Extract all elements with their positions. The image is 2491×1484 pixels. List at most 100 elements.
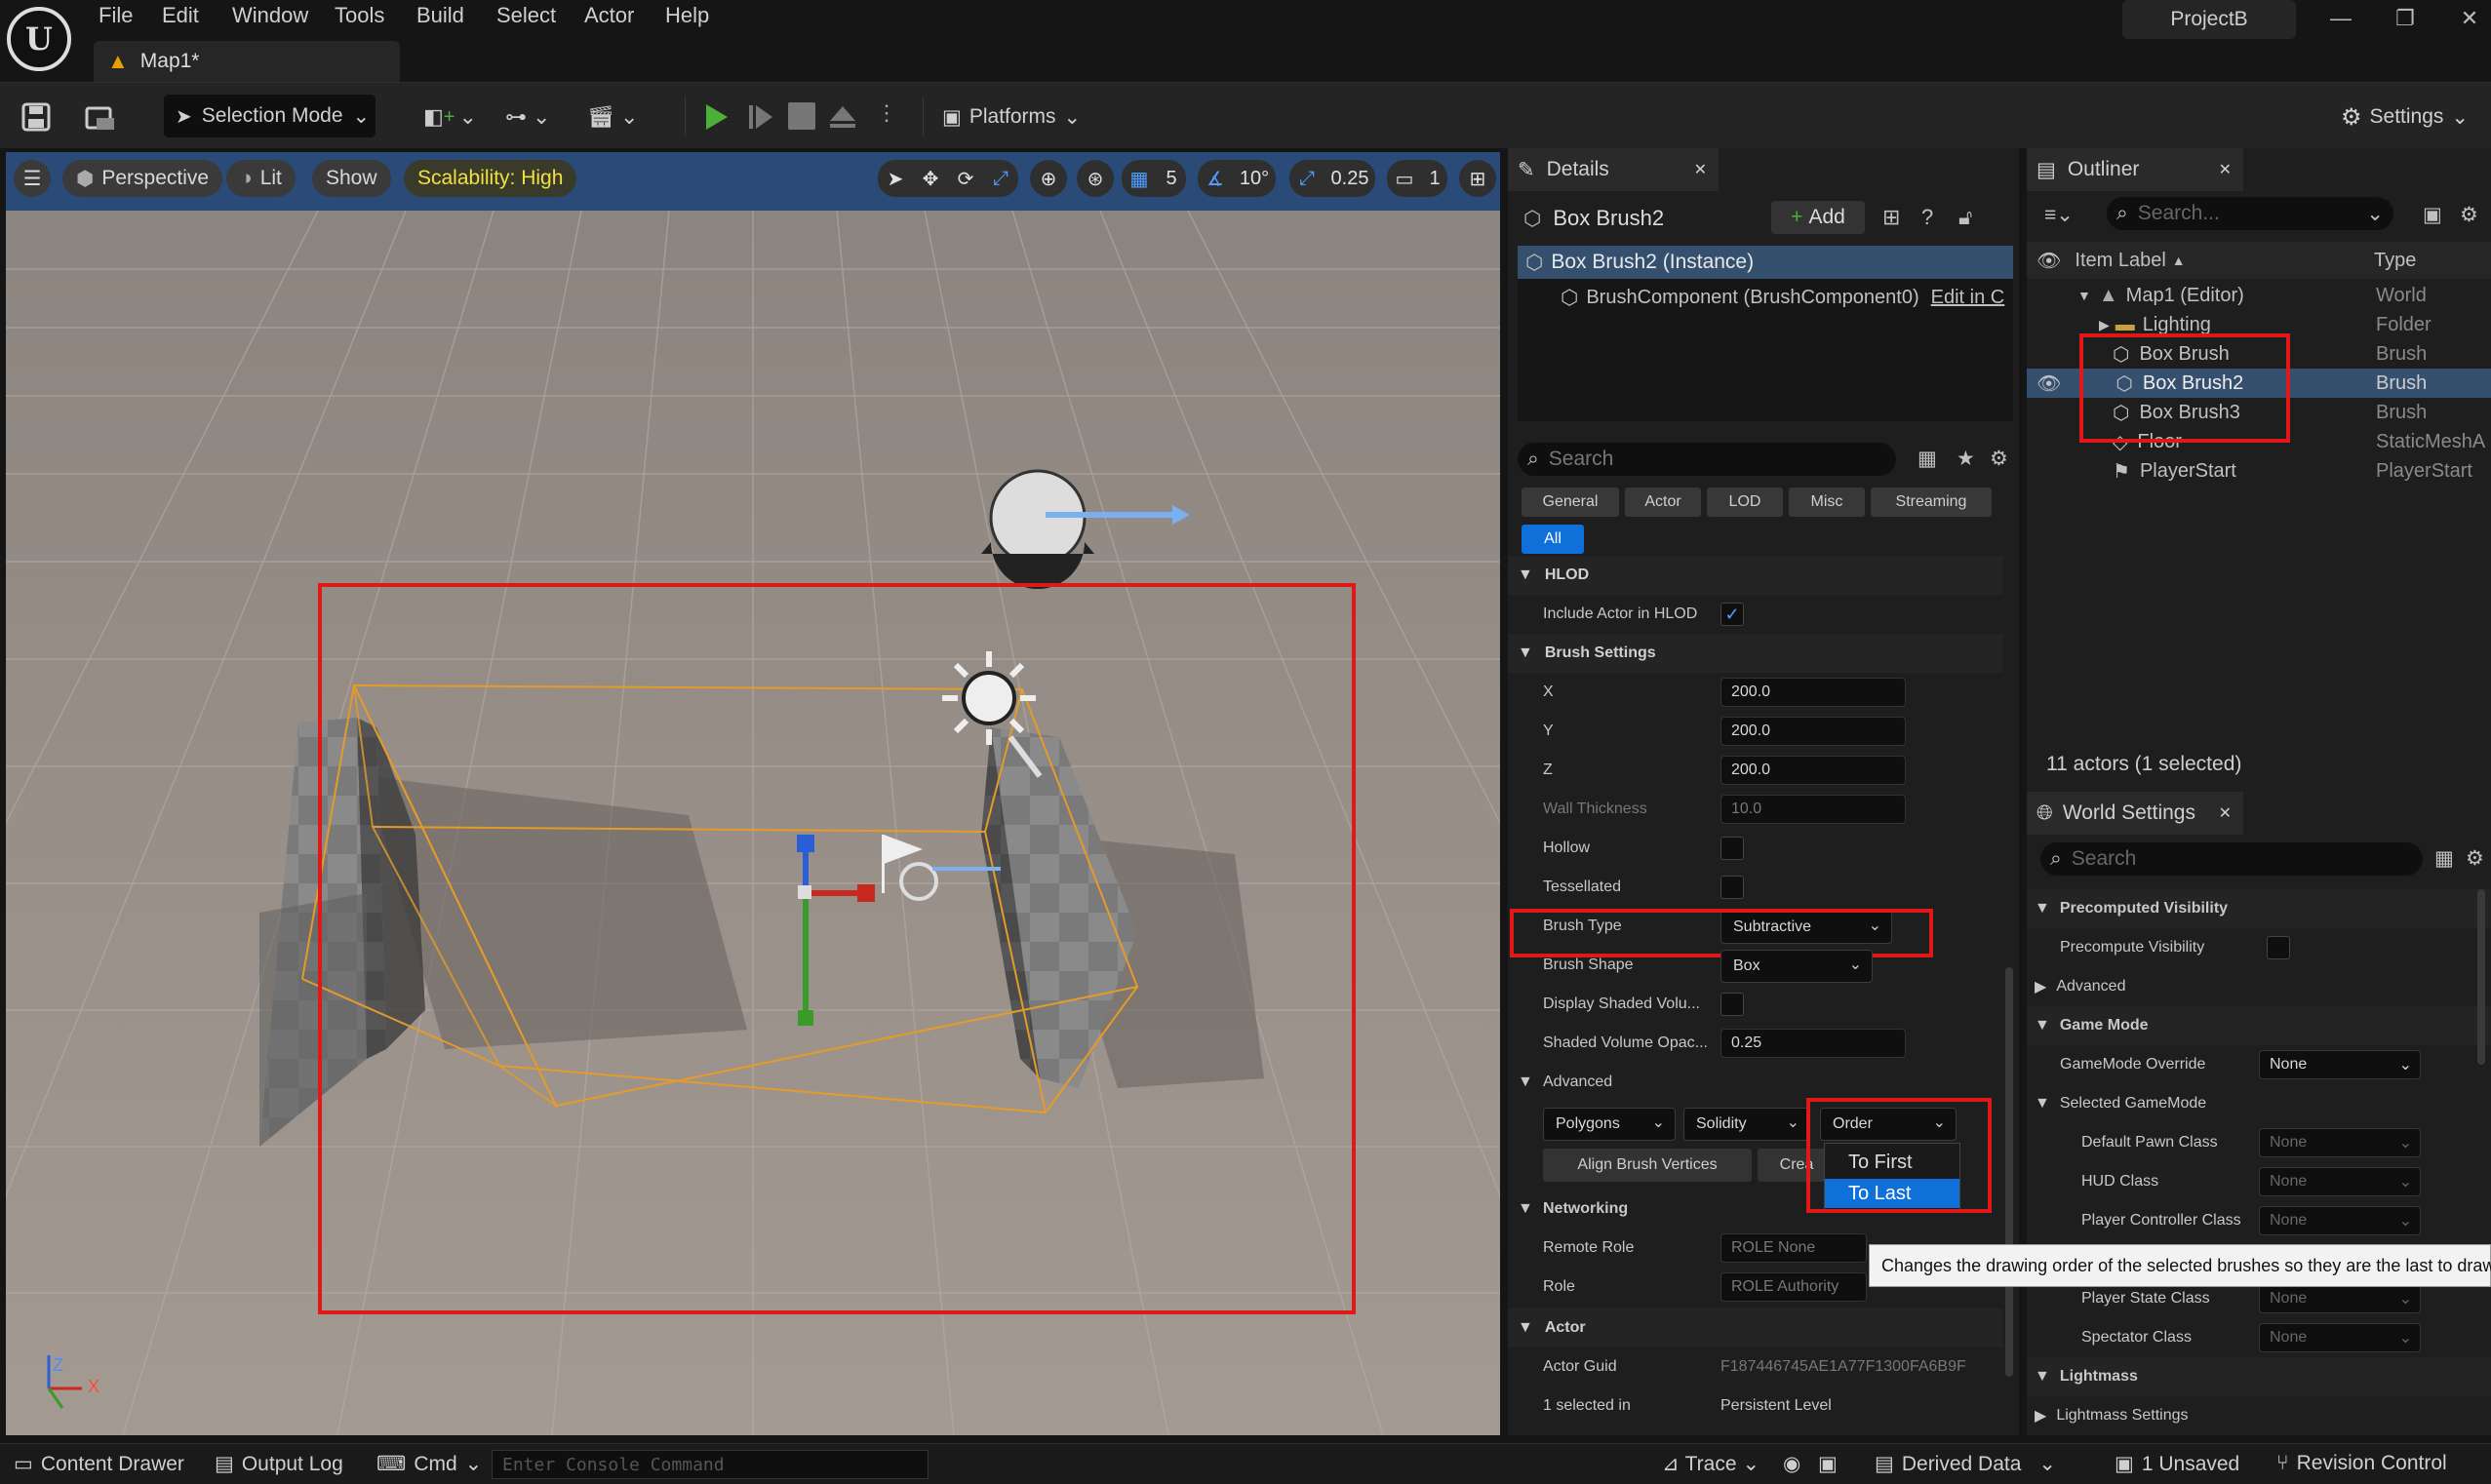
scale-snap-value[interactable]: 0.25 — [1325, 160, 1375, 197]
section-actor[interactable]: ▼ Actor — [1508, 1308, 2003, 1347]
instance-row[interactable]: ⬡ Box Brush2 (Instance) — [1518, 246, 2013, 279]
eject-icon[interactable] — [827, 100, 858, 134]
menu-edit[interactable]: Edit — [162, 3, 199, 28]
level-viewport[interactable]: Z X ☰ ⬢ Perspective ◑ Lit Show Scalability… — [6, 152, 1500, 1435]
table-view-icon[interactable]: ▦ — [1918, 447, 1937, 471]
gear-icon[interactable]: ⚙ — [2466, 846, 2484, 871]
col-type[interactable]: Type — [2374, 250, 2416, 272]
add-actor-button[interactable]: ◧ + ⌄ — [423, 100, 477, 134]
close-tab-icon[interactable]: ✕ — [2219, 803, 2232, 823]
rotate-icon[interactable]: ⟳ — [948, 160, 983, 197]
outliner-tab[interactable]: ▤ Outliner ✕ — [2027, 148, 2243, 191]
scale-icon[interactable]: ⤢ — [983, 160, 1018, 197]
lightmass-settings-row[interactable]: ▶ Lightmass Settings — [2027, 1396, 2491, 1435]
edit-in-link[interactable]: Edit in C — [1931, 287, 2005, 309]
include-hlod-checkbox[interactable]: ✓ — [1720, 603, 1744, 626]
more-options-icon[interactable]: ⋮ — [876, 100, 897, 126]
menu-actor[interactable]: Actor — [584, 3, 634, 28]
filter-actor[interactable]: Actor — [1625, 488, 1701, 517]
gamemode-override-dropdown[interactable]: None ⌄ — [2259, 1050, 2421, 1079]
role-field[interactable]: ROLE Authority — [1720, 1272, 1867, 1302]
viewport-menu-button[interactable]: ☰ — [14, 160, 51, 197]
table-view-icon[interactable]: ▦ — [2434, 846, 2454, 871]
tessellated-checkbox[interactable] — [1720, 876, 1744, 899]
close-window-button[interactable]: ✕ — [2450, 6, 2489, 45]
play-icon[interactable] — [700, 100, 731, 134]
blueprint-button[interactable]: ⊶ ⌄ — [505, 100, 550, 134]
eye-icon[interactable]: 👁︎ — [2036, 371, 2061, 396]
filter-all[interactable]: All — [1522, 525, 1584, 554]
align-vertices-button[interactable]: Align Brush Vertices — [1543, 1149, 1752, 1182]
hollow-checkbox[interactable] — [1720, 837, 1744, 860]
col-item-label[interactable]: Item Label — [2075, 250, 2165, 272]
lock-icon[interactable]: 🔓︎ — [1958, 205, 1972, 230]
scalability-button[interactable]: Scalability: High — [404, 160, 577, 197]
select-mode-icon[interactable]: ➤ — [878, 160, 913, 197]
step-icon[interactable] — [745, 100, 776, 134]
filter-streaming[interactable]: Streaming — [1871, 488, 1992, 517]
menu-select[interactable]: Select — [496, 3, 556, 28]
filter-icon[interactable]: ≡⌄ — [2044, 203, 2074, 227]
y-field[interactable]: 200.0 — [1720, 717, 1906, 746]
gear-icon[interactable]: ⚙ — [1990, 447, 2008, 471]
close-tab-icon[interactable]: ✕ — [2219, 160, 2232, 179]
trace-dropdown[interactable]: ⊿ Trace ⌄ — [1662, 1452, 1760, 1476]
revision-control-button[interactable]: ⑂ Revision Control — [2276, 1452, 2447, 1475]
cmd-dropdown[interactable]: ⌨ Cmd ⌄ — [376, 1452, 482, 1476]
settings-button[interactable]: ⚙ Settings ⌄ — [2341, 100, 2469, 134]
menu-window[interactable]: Window — [232, 3, 308, 28]
display-shaded-checkbox[interactable] — [1720, 993, 1744, 1016]
game-mode-section[interactable]: ▼ Game Mode — [2027, 1006, 2491, 1045]
wall-thickness-field[interactable]: 10.0 — [1720, 795, 1906, 824]
selection-mode-dropdown[interactable]: ➤ Selection Mode ⌄ — [164, 95, 376, 137]
hud-class-dropdown[interactable]: None ⌄ — [2259, 1167, 2421, 1196]
cinematics-button[interactable]: 🎬︎ ⌄ — [587, 100, 638, 134]
shaded-opacity-field[interactable]: 0.25 — [1720, 1029, 1906, 1058]
blueprint-icon[interactable]: ⊞ — [1882, 205, 1900, 230]
surface-snap-icon[interactable]: ⊛ — [1077, 160, 1114, 197]
outliner-row-map[interactable]: ▼ ▲ Map1 (Editor) World — [2027, 281, 2491, 310]
component-row[interactable]: ⬡ BrushComponent (BrushComponent0) Edit … — [1518, 281, 2013, 314]
menu-file[interactable]: File — [99, 3, 133, 28]
menu-tools[interactable]: Tools — [335, 3, 384, 28]
save-icon[interactable] — [20, 100, 53, 134]
perspective-button[interactable]: ⬢ Perspective — [62, 160, 223, 197]
translate-icon[interactable]: ✥ — [913, 160, 948, 197]
add-folder-icon[interactable]: ▣ — [2423, 203, 2442, 227]
precomputed-visibility-section[interactable]: ▼ Precomputed Visibility — [2027, 889, 2491, 928]
z-field[interactable]: 200.0 — [1720, 756, 1906, 785]
player-controller-dropdown[interactable]: None ⌄ — [2259, 1206, 2421, 1235]
unsaved-button[interactable]: ▣ 1 Unsaved — [2115, 1452, 2239, 1476]
screenshot-icon[interactable]: ▣ — [1818, 1452, 1838, 1476]
help-icon[interactable]: ? — [1921, 205, 1933, 230]
outliner-row-playerstart[interactable]: ⚑ PlayerStart PlayerStart — [2027, 456, 2491, 486]
section-hlod[interactable]: ▼ HLOD — [1508, 556, 2003, 595]
filter-misc[interactable]: Misc — [1789, 488, 1865, 517]
record-icon[interactable]: ◉ — [1783, 1452, 1800, 1476]
rotation-snap-icon[interactable]: ∡ — [1198, 160, 1233, 197]
remote-role-field[interactable]: ROLE None — [1720, 1233, 1867, 1263]
stop-icon[interactable] — [788, 102, 815, 130]
camera-speed-icon[interactable]: ▭ — [1387, 160, 1422, 197]
networking-row[interactable]: ▼ Networking — [1508, 1190, 1996, 1229]
output-log-button[interactable]: ▤ Output Log — [215, 1452, 343, 1476]
x-field[interactable]: 200.0 — [1720, 678, 1906, 707]
close-tab-icon[interactable]: ✕ — [1694, 160, 1707, 179]
console-input[interactable]: Enter Console Command — [492, 1450, 929, 1479]
scale-snap-icon[interactable]: ⤢ — [1289, 160, 1325, 197]
solidity-dropdown[interactable]: Solidity ⌄ — [1683, 1108, 1810, 1141]
section-brush-settings[interactable]: ▼ Brush Settings — [1508, 634, 2003, 673]
eye-icon[interactable]: 👁︎ — [2036, 249, 2061, 273]
filter-lod[interactable]: LOD — [1707, 488, 1783, 517]
restore-button[interactable]: ❐ — [2386, 6, 2425, 45]
details-scrollbar[interactable] — [2005, 967, 2013, 1377]
outliner-search-input[interactable]: ⌕ Search... ⌄ — [2107, 197, 2393, 230]
filter-general[interactable]: General — [1522, 488, 1619, 517]
world-settings-tab[interactable]: 🌐︎ World Settings ✕ — [2027, 792, 2243, 835]
menu-help[interactable]: Help — [665, 3, 709, 28]
default-pawn-dropdown[interactable]: None ⌄ — [2259, 1128, 2421, 1157]
content-browser-icon[interactable] — [84, 100, 117, 134]
map-tab[interactable]: ▲ Map1* — [94, 41, 400, 82]
precompute-visibility-checkbox[interactable] — [2267, 936, 2290, 959]
unreal-logo-icon[interactable]: U — [6, 6, 72, 72]
